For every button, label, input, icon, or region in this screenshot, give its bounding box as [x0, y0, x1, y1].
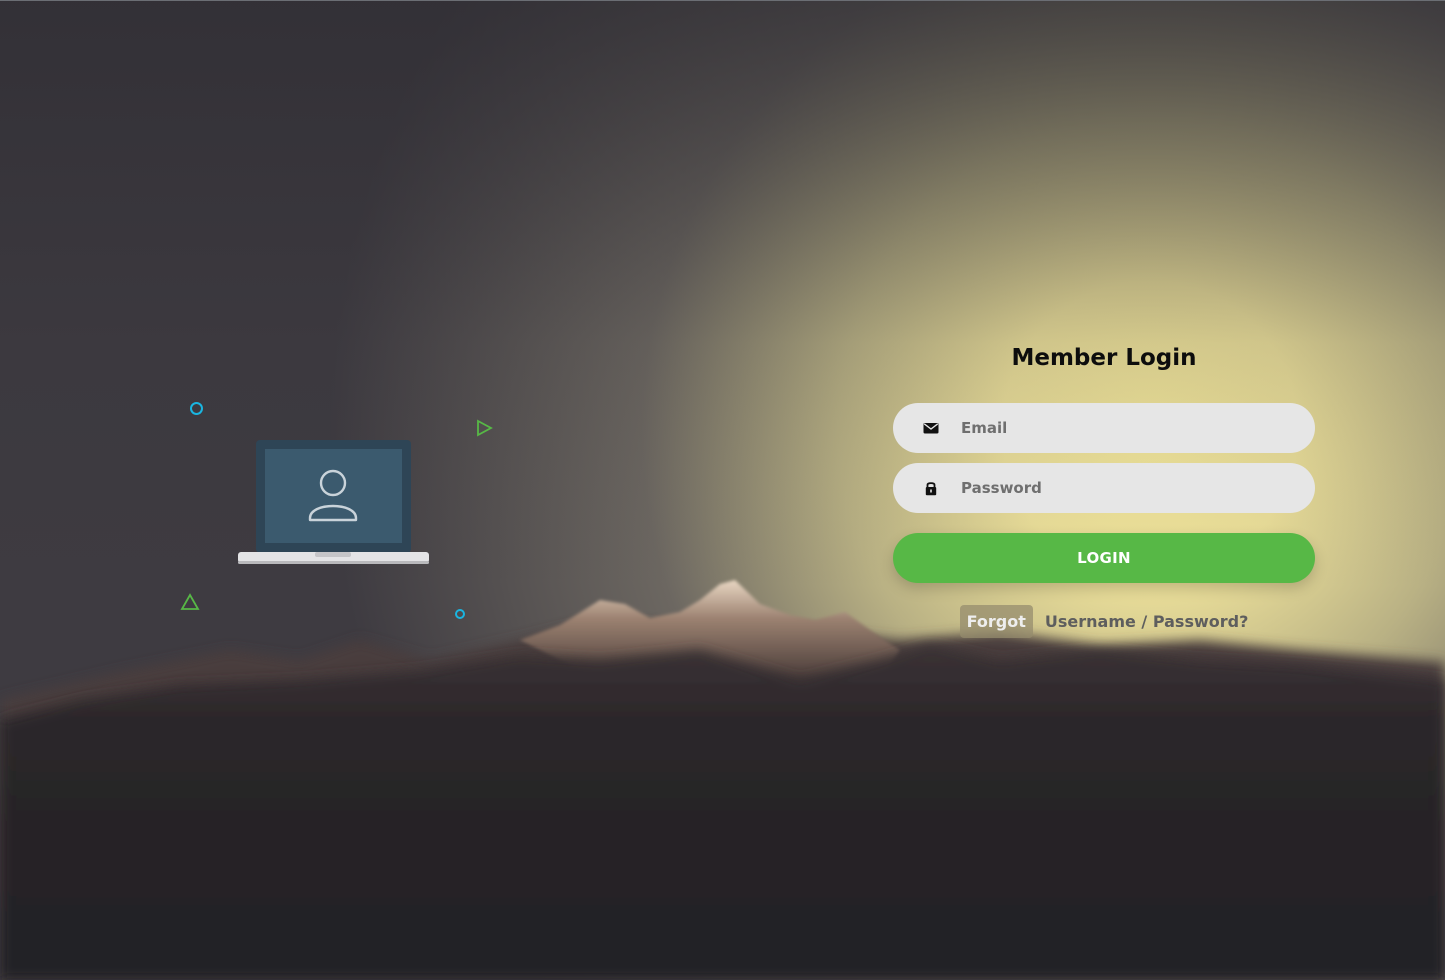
login-form: Member Login LOGIN Forgot Username / Pass…: [893, 330, 1315, 638]
decorative-ring-icon: [190, 402, 203, 415]
decorative-triangle-up-icon: [180, 593, 200, 610]
laptop-user-icon: [238, 440, 429, 564]
forgot-credentials: Forgot Username / Password?: [893, 605, 1315, 638]
login-title: Member Login: [1011, 345, 1197, 371]
top-border-line: [0, 0, 1445, 1]
forgot-link-highlight[interactable]: Forgot: [959, 605, 1033, 638]
password-input[interactable]: [953, 463, 1293, 513]
decorative-small-ring-icon: [455, 609, 465, 619]
decorative-triangle-icon: [477, 419, 493, 437]
envelope-icon: [923, 423, 939, 434]
login-page: Member Login LOGIN Forgot Username / Pass…: [0, 0, 1445, 980]
forgot-username-password-link[interactable]: Username / Password?: [1045, 612, 1249, 631]
email-input[interactable]: [953, 403, 1293, 453]
password-field[interactable]: [893, 463, 1315, 513]
login-button[interactable]: LOGIN: [893, 533, 1315, 583]
email-field[interactable]: [893, 403, 1315, 453]
lock-icon: [925, 482, 937, 496]
